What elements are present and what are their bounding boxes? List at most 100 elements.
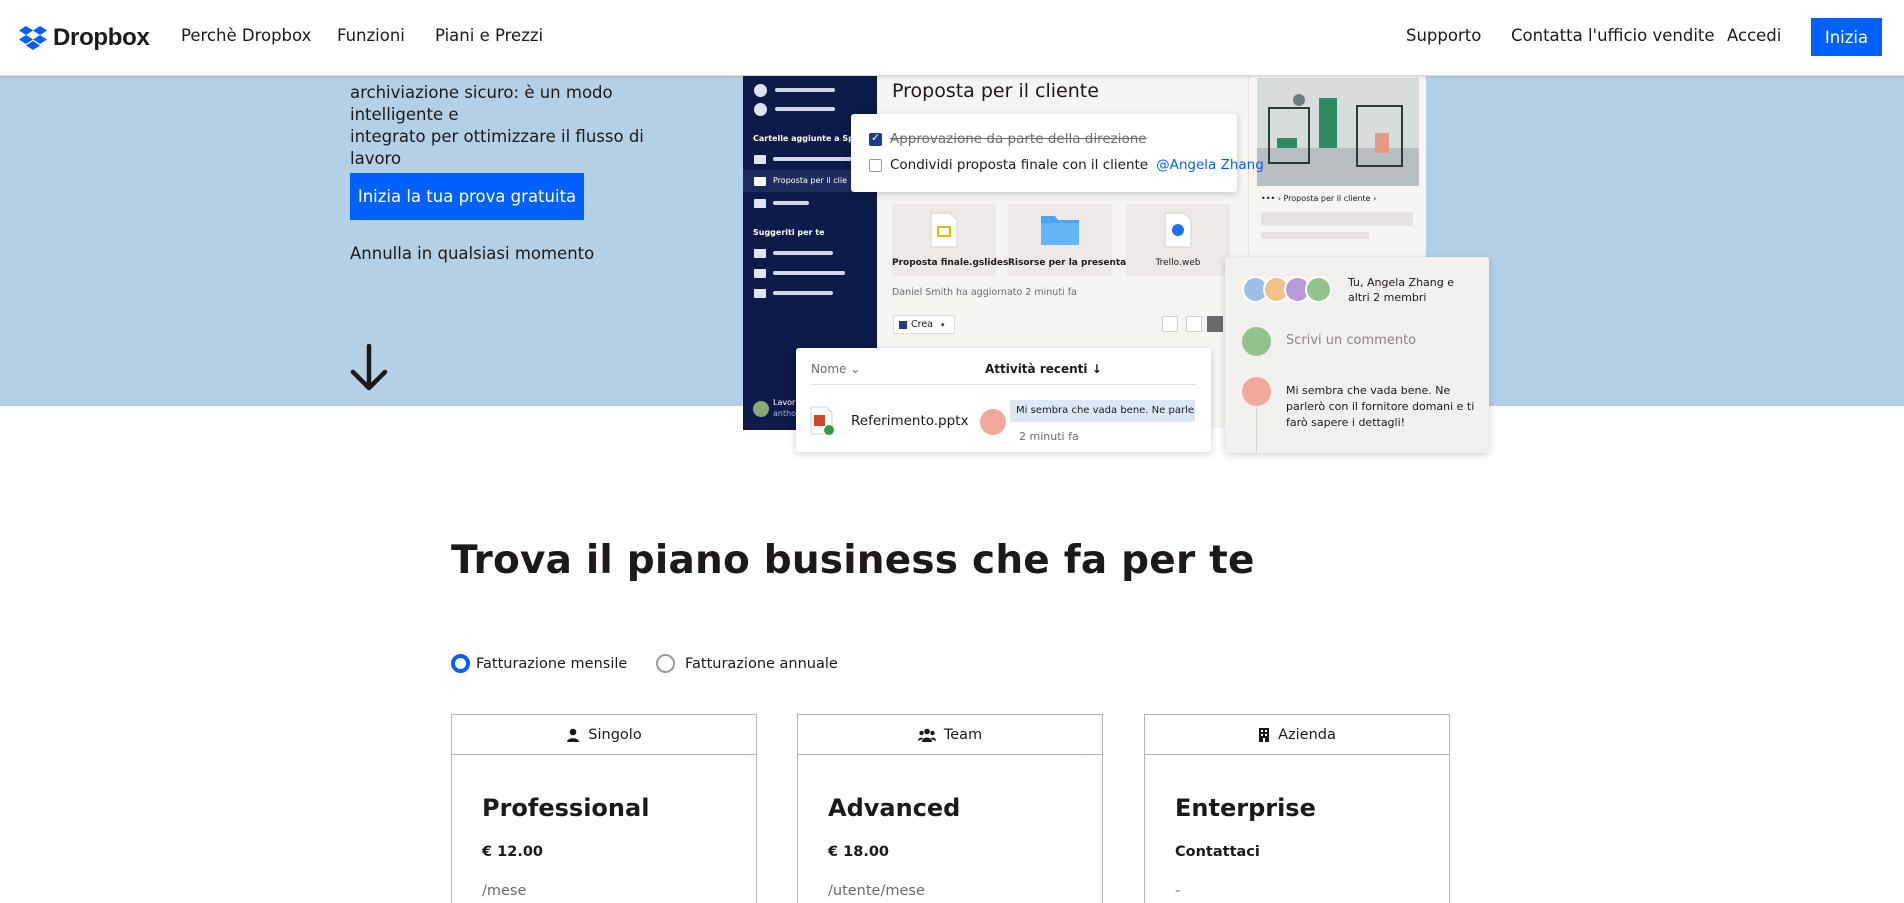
recent-activity-card: Nome ⌄ Attività recenti ↓ Referimento.pp…: [796, 348, 1211, 452]
column-header-name[interactable]: Nome ⌄: [811, 362, 860, 376]
divider: [811, 384, 1196, 385]
pricing-title: Trova il piano business che fa per te: [451, 538, 1255, 583]
preview-view-icon[interactable]: [1162, 316, 1178, 332]
start-button[interactable]: Inizia: [1811, 18, 1882, 56]
avatar: [1305, 276, 1332, 303]
slides-file-icon: [930, 212, 958, 248]
folder-icon: [754, 249, 766, 258]
hero-text-line: archiviazione sicuro: è un modo intellig…: [350, 83, 613, 124]
sidebar-placeholder-line: [773, 251, 833, 255]
nav-link-piani-e-prezzi[interactable]: Piani e Prezzi: [435, 26, 543, 45]
sidebar-placeholder-line: [773, 201, 809, 205]
plan-category-header: Azienda: [1145, 715, 1449, 755]
folder-icon: [754, 199, 766, 208]
comment-message: Mi sembra che vada bene. Ne parlerò con …: [1286, 384, 1475, 429]
column-name-label: Nome: [811, 362, 847, 376]
hero-text-line: integrato per ottimizzare il flusso di l…: [350, 127, 644, 168]
column-header-activity[interactable]: Attività recenti ↓: [985, 362, 1102, 376]
dropbox-logo[interactable]: Dropbox: [19, 24, 150, 52]
plus-icon: [899, 320, 907, 329]
file-name: Risorse per la presentazione: [1008, 258, 1154, 268]
plan-unit: /mese: [482, 883, 527, 899]
plan-unit: /utente/mese: [828, 883, 925, 899]
plan-name: Advanced: [828, 794, 961, 822]
cancel-anytime-note: Annulla in qualsiasi momento: [350, 244, 595, 263]
task-label: Approvazione da parte della direzione: [890, 131, 1147, 147]
avatar: [753, 401, 769, 417]
column-activity-label: Attività recenti: [985, 362, 1088, 376]
file-tile[interactable]: Risorse per la presentazione: [1008, 204, 1154, 276]
users-icon: [917, 728, 936, 742]
checkbox-checked[interactable]: [869, 131, 882, 146]
nav-link-contatta-vendite[interactable]: Contatta l'ufficio vendite: [1511, 26, 1715, 45]
sidebar-placeholder-line: [773, 271, 845, 275]
folder-icon: [1041, 216, 1079, 245]
nav-link-supporto[interactable]: Supporto: [1406, 26, 1481, 45]
sidebar-section-label: Cartelle aggiunte a Speci: [753, 134, 867, 143]
plan-name: Enterprise: [1175, 794, 1316, 822]
file-tile[interactable]: Trello.web: [1126, 204, 1230, 276]
avatar: [980, 409, 1006, 435]
task-card: Approvazione da parte della direzione Co…: [851, 114, 1264, 192]
task-label: Condividi proposta finale con il cliente: [890, 157, 1149, 173]
billing-monthly-option[interactable]: Fatturazione mensile: [451, 654, 627, 673]
create-label: Crea: [911, 319, 933, 330]
billing-annual-option[interactable]: Fatturazione annuale: [656, 654, 838, 673]
start-free-trial-button[interactable]: Inizia la tua prova gratuita: [350, 173, 584, 220]
plan-category-header: Singolo: [452, 715, 756, 755]
avatar: [1242, 377, 1271, 406]
checkbox[interactable]: [869, 158, 882, 172]
mention[interactable]: @Angela Zhang: [1156, 157, 1264, 173]
user-icon: [754, 84, 767, 97]
file-name[interactable]: Referimento.pptx: [851, 413, 968, 429]
sidebar-item-label: Proposta per il clie: [773, 176, 847, 185]
building-icon: [1259, 727, 1270, 742]
sidebar-placeholder-line: [775, 107, 835, 111]
task-item[interactable]: Approvazione da parte della direzione: [869, 131, 1147, 147]
plan-card-professional: Singolo Professional € 12.00 /mese: [451, 714, 757, 903]
dropbox-logo-icon: [19, 26, 47, 50]
plan-price: € 18.00: [828, 844, 890, 860]
mockup-folder-title: Proposta per il cliente: [892, 80, 1099, 102]
file-tile[interactable]: Proposta finale.gslides: [892, 204, 1009, 276]
list-view-icon[interactable]: [1207, 316, 1223, 332]
preview-breadcrumb: ••• › Proposta per il cliente ›: [1261, 194, 1377, 203]
plan-price: € 12.00: [482, 844, 544, 860]
sidebar-placeholder-line: [775, 88, 835, 92]
plan-category: Singolo: [588, 726, 642, 743]
plan-category-header: Team: [798, 715, 1102, 755]
comments-card: Tu, Angela Zhang e altri 2 membri Scrivi…: [1225, 257, 1489, 453]
nav-link-funzioni[interactable]: Funzioni: [337, 26, 405, 45]
plan-category: Team: [943, 726, 983, 743]
plan-card-advanced: Team Advanced € 18.00 /utente/mese: [797, 714, 1103, 903]
radio[interactable]: [656, 654, 675, 673]
radio-selected[interactable]: [451, 654, 470, 673]
thread-line: [1256, 407, 1257, 453]
room-preview-image: [1257, 78, 1419, 186]
folder-icon: [754, 177, 766, 186]
comment-input[interactable]: Scrivi un commento: [1286, 333, 1416, 348]
create-button[interactable]: Crea ▾: [893, 315, 955, 334]
task-item[interactable]: Condividi proposta finale con il cliente…: [869, 157, 1264, 173]
nav-link-accedi[interactable]: Accedi: [1727, 26, 1781, 45]
sidebar-footer-name: Lavor: [773, 398, 796, 407]
plan-price: Contattaci: [1175, 844, 1260, 860]
star-icon: [754, 103, 767, 116]
plan-card-enterprise: Azienda Enterprise Contattaci -: [1144, 714, 1450, 903]
plan-unit: -: [1175, 883, 1181, 899]
top-navigation: Dropbox Perchè Dropbox Funzioni Piani e …: [0, 0, 1904, 76]
sidebar-section-label: Suggeriti per te: [753, 228, 825, 237]
avatar: [1242, 327, 1271, 356]
nav-link-perche-dropbox[interactable]: Perchè Dropbox: [181, 26, 311, 45]
grid-view-icon[interactable]: [1186, 316, 1202, 332]
sidebar-placeholder-line: [773, 157, 853, 161]
arrow-down-icon[interactable]: [349, 344, 389, 392]
file-name: Trello.web: [1155, 258, 1201, 268]
placeholder-bar: [1261, 232, 1369, 239]
folder-icon: [754, 269, 766, 278]
breadcrumb-label: Proposta per il cliente: [1283, 194, 1371, 203]
file-name: Proposta finale.gslides: [892, 258, 1009, 268]
sidebar-placeholder-line: [773, 291, 833, 295]
activity-comment: Mi sembra che vada bene. Ne parlerò...: [1010, 400, 1195, 422]
member-avatars: [1242, 276, 1332, 303]
